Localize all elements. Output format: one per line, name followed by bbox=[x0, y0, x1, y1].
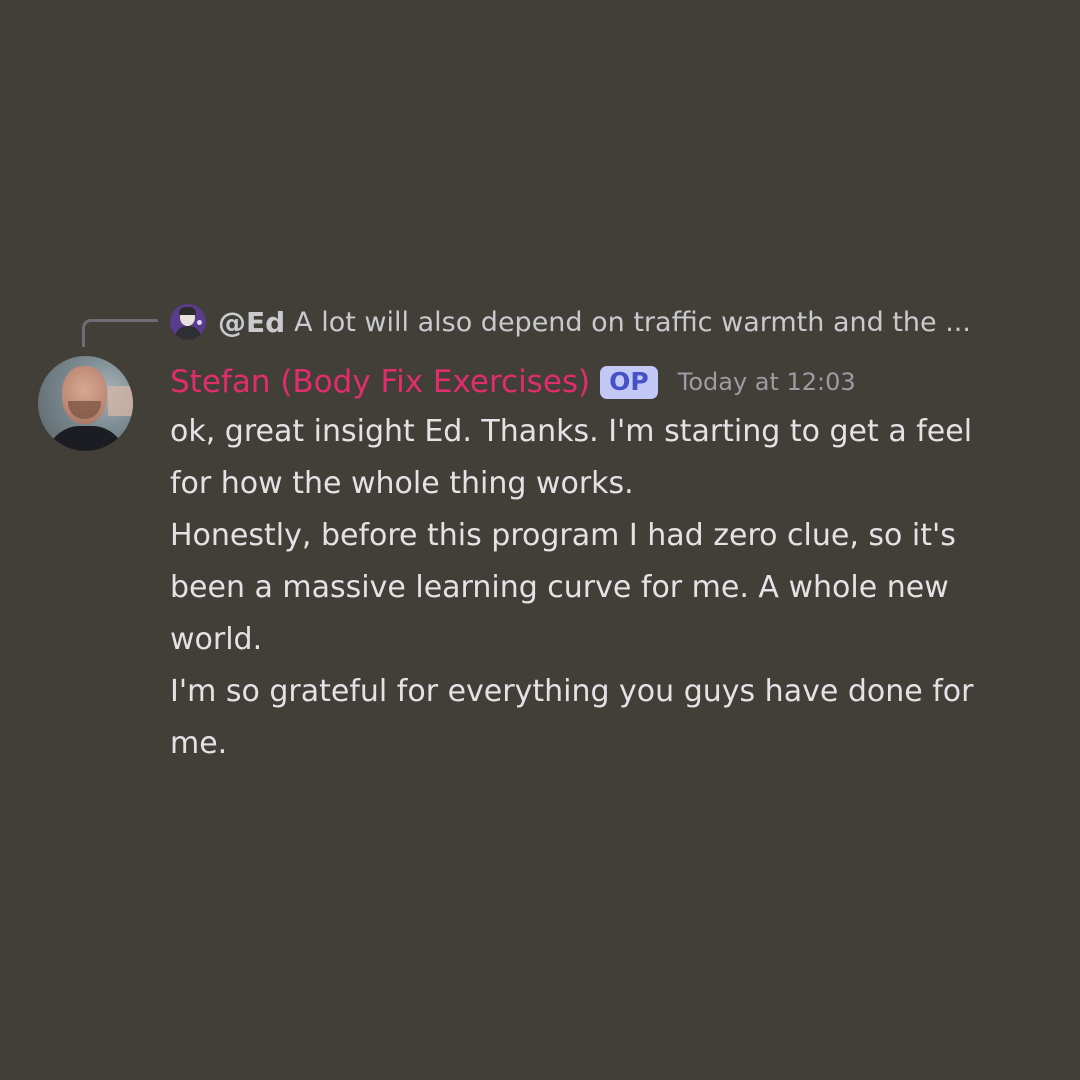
message-paragraph: Honestly, before this program I had zero… bbox=[170, 518, 956, 657]
reply-avatar-icon[interactable] bbox=[170, 304, 206, 340]
avatar-background-poster bbox=[108, 386, 133, 416]
message-paragraph: ok, great insight Ed. Thanks. I'm starti… bbox=[170, 414, 973, 501]
chat-canvas: @Ed A lot will also depend on traffic wa… bbox=[0, 0, 1080, 1080]
op-badge: OP bbox=[600, 365, 658, 399]
reply-avatar-shoulders bbox=[175, 326, 201, 340]
author-avatar[interactable] bbox=[38, 356, 133, 451]
reply-preview-text[interactable]: A lot will also depend on traffic warmth… bbox=[294, 307, 971, 338]
message-header: Stefan (Body Fix Exercises) OP Today at … bbox=[170, 360, 856, 404]
message-body: ok, great insight Ed. Thanks. I'm starti… bbox=[170, 406, 990, 770]
reply-preview[interactable]: @Ed A lot will also depend on traffic wa… bbox=[170, 302, 971, 342]
avatar-shirt bbox=[46, 426, 126, 451]
author-name[interactable]: Stefan (Body Fix Exercises) bbox=[170, 364, 590, 400]
reply-avatar-hair bbox=[179, 307, 196, 315]
reply-connector-line bbox=[82, 319, 158, 347]
reply-avatar-dot bbox=[197, 320, 202, 325]
message-paragraph: I'm so grateful for everything you guys … bbox=[170, 674, 974, 761]
reply-mention[interactable]: @Ed bbox=[218, 306, 285, 339]
message-timestamp[interactable]: Today at 12:03 bbox=[678, 368, 856, 396]
